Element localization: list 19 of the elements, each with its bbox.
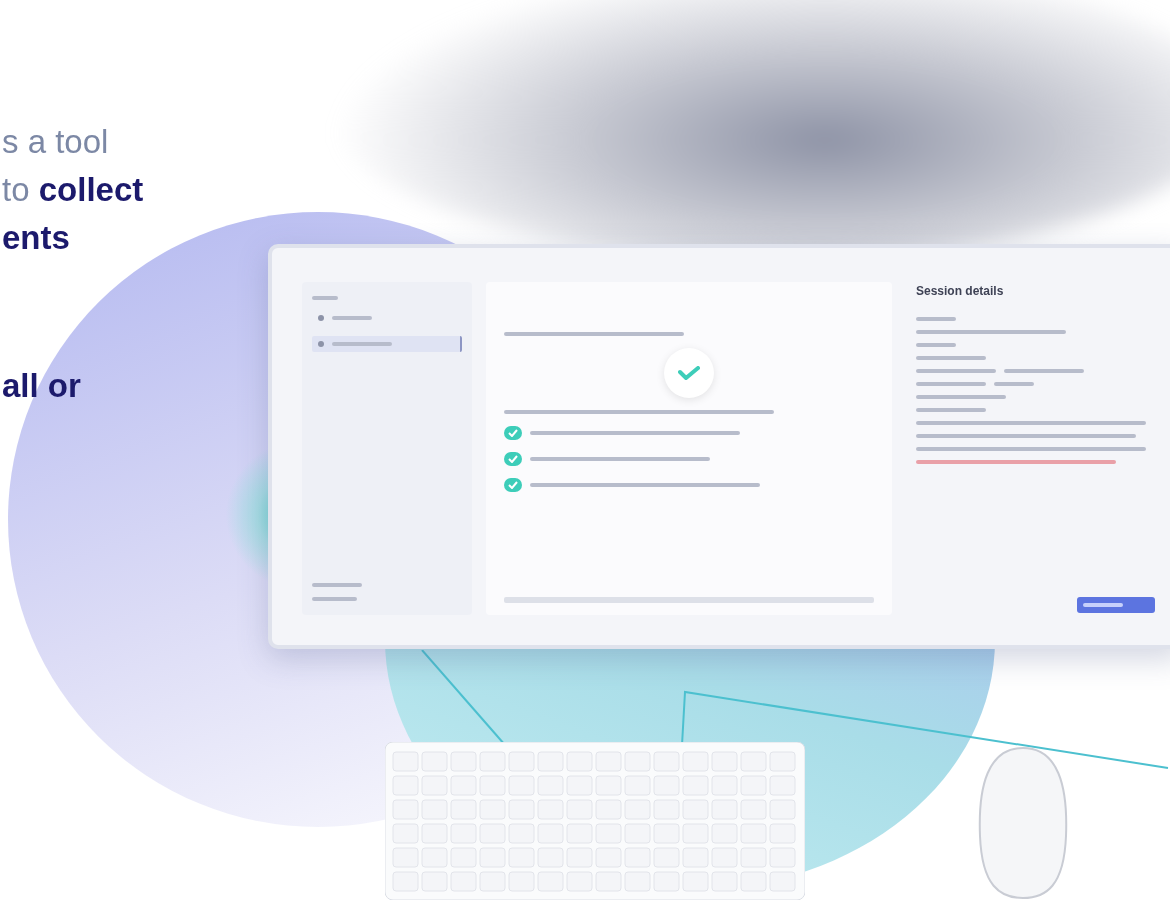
sidebar-item[interactable]: [312, 336, 462, 352]
blurred-text: [312, 597, 357, 601]
blurred-text: [916, 317, 956, 321]
action-button[interactable]: [1077, 597, 1155, 613]
headline-text: all or: [2, 366, 82, 406]
blurred-text: [916, 408, 986, 412]
blurred-text: [312, 296, 338, 300]
blurred-text: [332, 342, 392, 346]
panel-title: Session details: [916, 284, 1005, 298]
blurred-text: [916, 343, 956, 347]
success-check-icon: [664, 348, 714, 398]
blurred-text: [916, 356, 986, 360]
blurred-text: [916, 382, 986, 386]
blurred-text: [312, 583, 362, 587]
item-icon: [318, 341, 324, 347]
item-icon: [318, 315, 324, 321]
blurred-text: [994, 382, 1034, 386]
blurred-text: [332, 316, 372, 320]
headline-text: s a tool to collect ents: [2, 122, 144, 258]
